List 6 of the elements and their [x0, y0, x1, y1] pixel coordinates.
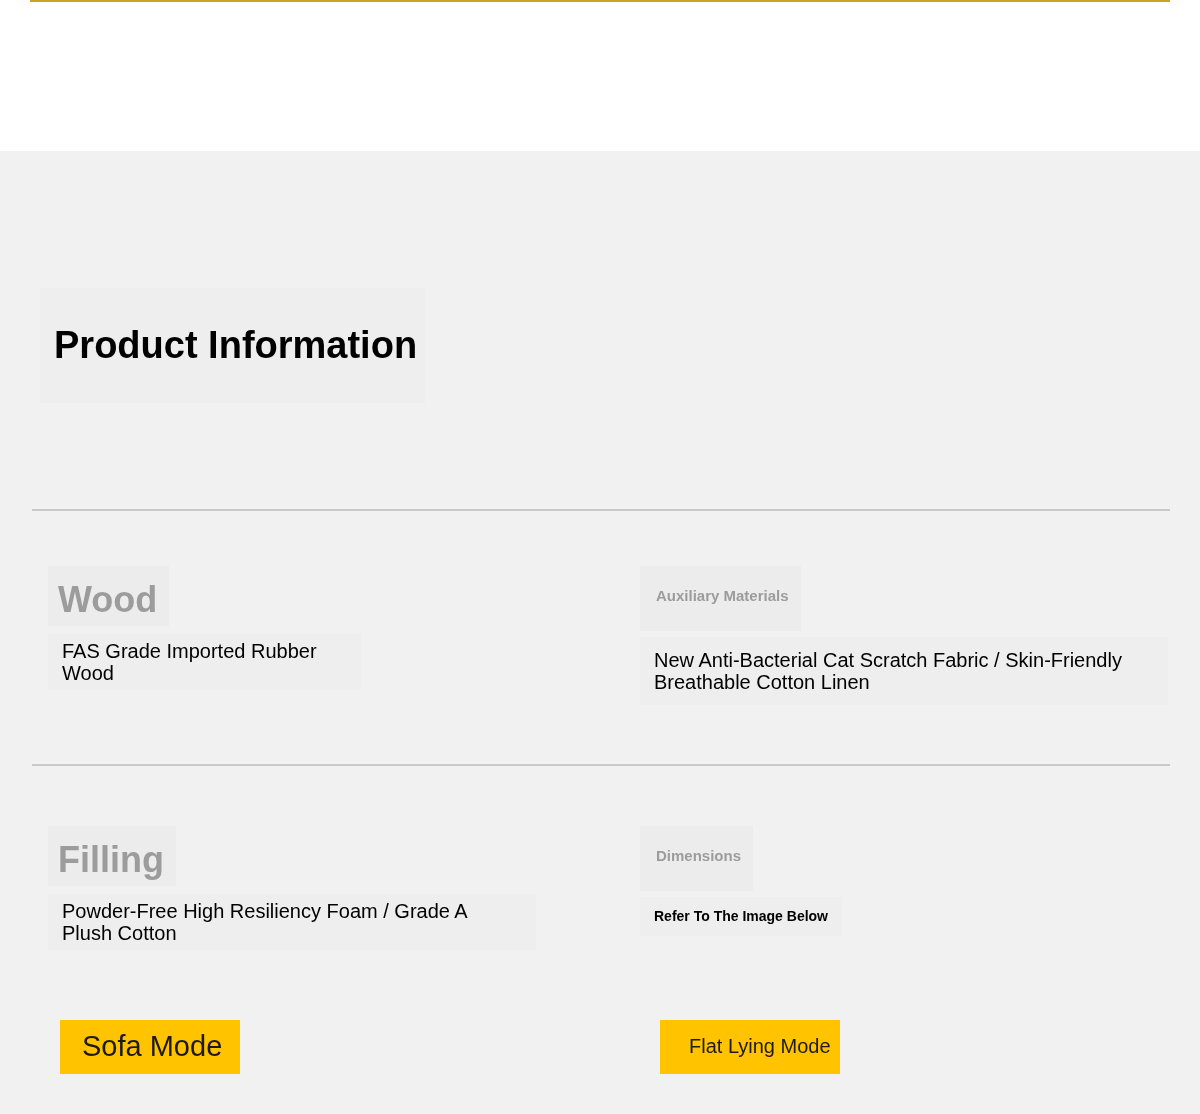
mode-label: Sofa Mode [60, 1019, 240, 1074]
spec-label: Dimensions [640, 826, 754, 891]
spec-label: Wood [48, 566, 170, 626]
mode-label: Flat Lying Mode [660, 1019, 840, 1074]
spec-label: Auxiliary Materials [640, 566, 801, 631]
spec-label: Filling [48, 826, 176, 886]
